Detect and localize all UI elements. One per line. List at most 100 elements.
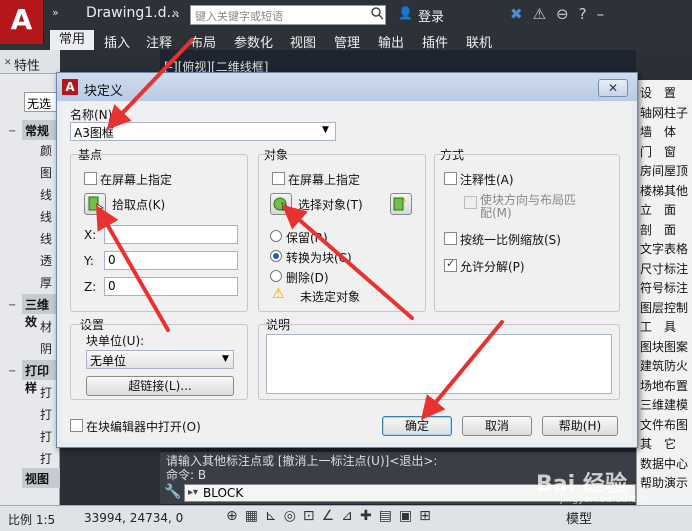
tools-panel-item[interactable]: 立 面	[640, 201, 676, 218]
tab-output[interactable]: 输出	[378, 32, 404, 51]
allow-exploding-label: 允许分解(P)	[460, 260, 525, 274]
quick-select-button[interactable]	[390, 193, 412, 215]
grid-icon[interactable]: ▦	[245, 508, 265, 524]
collapse-icon[interactable]: −	[8, 126, 16, 137]
base-specify-checkbox[interactable]	[84, 172, 97, 185]
tab-annotate[interactable]: 注释	[146, 32, 172, 51]
cancel-button[interactable]: 取消	[462, 416, 532, 436]
tools-panel-item[interactable]: 图层控制	[640, 299, 688, 316]
collapse-icon[interactable]: −	[8, 366, 16, 377]
pick-point-icon	[88, 196, 104, 213]
tools-panel-item[interactable]: 其 它	[640, 435, 676, 452]
section-3d-effects[interactable]: 三维效	[22, 294, 60, 329]
search-icon[interactable]	[370, 6, 384, 20]
palette-close-icon[interactable]: ✕	[4, 58, 12, 68]
tools-panel-item[interactable]: 门 窗	[640, 143, 676, 160]
hyperlink-button[interactable]: 超链接(L)...	[86, 376, 234, 396]
close-button[interactable]: ✕	[598, 79, 628, 97]
convert-to-block-radio[interactable]	[270, 250, 282, 262]
scale-readout[interactable]: 比例 1:5	[8, 511, 55, 528]
tab-home[interactable]: 常用	[50, 30, 94, 50]
tab-view[interactable]: 视图	[290, 32, 316, 51]
osnap-icon[interactable]: ⊡	[303, 508, 322, 524]
retain-radio[interactable]	[270, 230, 282, 242]
annotative-checkbox[interactable]	[444, 172, 457, 185]
tools-panel-item[interactable]: 三维建模	[640, 396, 688, 413]
help-button[interactable]: 帮助(H)	[542, 416, 618, 436]
allow-exploding-checkbox[interactable]	[444, 257, 457, 272]
tools-panel-item[interactable]: 图块图案	[640, 338, 688, 355]
dialog-title-bar[interactable]	[57, 73, 637, 101]
alert-icon[interactable]: ⚠	[533, 5, 556, 23]
tools-panel-item[interactable]: 楼梯其他	[640, 182, 688, 199]
share-icon[interactable]: ⊖	[556, 5, 579, 23]
description-textarea[interactable]	[266, 334, 612, 394]
model-space-button[interactable]: 模型	[566, 508, 592, 527]
tools-panel-item[interactable]: 尺寸标注	[640, 260, 688, 277]
transparency-icon[interactable]: ▣	[399, 508, 419, 524]
tab-parametric[interactable]: 参数化	[234, 32, 273, 51]
pick-point-button[interactable]	[84, 193, 106, 215]
tab-manage[interactable]: 管理	[334, 32, 360, 51]
select-objects-button[interactable]	[270, 193, 292, 215]
tools-panel-item[interactable]: 建筑防火	[640, 357, 688, 374]
tools-panel-item[interactable]: 符号标注	[640, 279, 688, 296]
lineweight-icon[interactable]: ▤	[379, 508, 399, 524]
tools-panel-item[interactable]: 设 置	[640, 84, 676, 101]
help-icon[interactable]: ?	[579, 5, 597, 23]
open-in-block-editor-checkbox[interactable]	[70, 419, 83, 432]
tools-panel-item[interactable]: 墙 体	[640, 123, 676, 140]
palette-title: 特性	[14, 59, 41, 74]
x-coordinate-input[interactable]	[104, 225, 238, 244]
y-coordinate-input[interactable]: 0	[104, 251, 238, 270]
block-name-combobox[interactable]: A3图框	[70, 122, 336, 141]
section-plot-style[interactable]: 打印样	[22, 360, 60, 395]
qp-icon[interactable]: ⊞	[419, 508, 438, 524]
scale-uniformly-checkbox[interactable]	[444, 232, 457, 245]
dyn-icon[interactable]: ✚	[360, 508, 379, 524]
objects-specify-checkbox[interactable]	[272, 172, 285, 185]
match-orientation-checkbox[interactable]	[464, 196, 477, 209]
tab-online[interactable]: 联机	[466, 32, 492, 51]
delete-radio[interactable]	[270, 270, 282, 282]
quick-access-expand-icon[interactable]: »	[52, 6, 59, 19]
prompt-icon[interactable]: ▸▾	[188, 487, 198, 498]
tools-panel-item[interactable]: 场地布置	[640, 377, 688, 394]
section-general[interactable]: 常规	[22, 120, 60, 140]
title-more-icon[interactable]: »	[172, 6, 179, 20]
polar-icon[interactable]: ◎	[284, 508, 303, 524]
search-input[interactable]: 键入关键字或短语	[190, 5, 386, 25]
tools-panel-item[interactable]: 文字表格	[640, 240, 688, 257]
section-view[interactable]: 视图	[22, 468, 60, 488]
snap-icon[interactable]: ⊕	[226, 508, 245, 524]
user-icon[interactable]: 👤	[398, 6, 413, 20]
tab-layout[interactable]: 布局	[190, 32, 216, 51]
chevron-down-icon[interactable]: ▼	[222, 354, 229, 364]
tools-panel-item[interactable]: 工 具	[640, 318, 676, 335]
minimize-icon[interactable]: –	[597, 5, 615, 23]
tools-panel-item[interactable]: 房间屋顶	[640, 162, 688, 179]
tools-panel-item[interactable]: 剖 面	[640, 221, 676, 238]
app-logo-icon[interactable]: A	[0, 0, 44, 44]
ok-button[interactable]: 确定	[382, 416, 452, 436]
ducs-icon[interactable]: ⊿	[341, 508, 360, 524]
otrack-icon[interactable]: ∠	[322, 508, 342, 524]
tools-panel-item[interactable]: 帮助演示	[640, 474, 688, 491]
ortho-icon[interactable]: ⊾	[265, 508, 284, 524]
tools-panel-item[interactable]: 轴网柱子	[640, 104, 688, 121]
wrench-icon[interactable]: 🔧	[164, 484, 181, 500]
collapse-icon[interactable]: −	[8, 300, 16, 311]
tools-panel-item[interactable]: 文件布图	[640, 416, 688, 433]
chevron-down-icon[interactable]: ▼	[322, 125, 329, 135]
block-unit-select[interactable]: 无单位	[86, 350, 234, 369]
tab-insert[interactable]: 插入	[104, 32, 130, 51]
list-item: 打	[40, 386, 53, 400]
exchange-icon[interactable]: ✖	[510, 5, 533, 23]
selection-dropdown[interactable]: 无选	[24, 92, 60, 112]
tab-plugins[interactable]: 插件	[422, 32, 448, 51]
baidu-watermark-url: jingyan.baidu.com	[560, 494, 653, 505]
login-link[interactable]: 登录	[418, 6, 444, 25]
z-coordinate-input[interactable]: 0	[104, 277, 238, 296]
coordinates-readout: 33994, 24734, 0	[84, 511, 184, 525]
tools-panel-item[interactable]: 数据中心	[640, 455, 688, 472]
